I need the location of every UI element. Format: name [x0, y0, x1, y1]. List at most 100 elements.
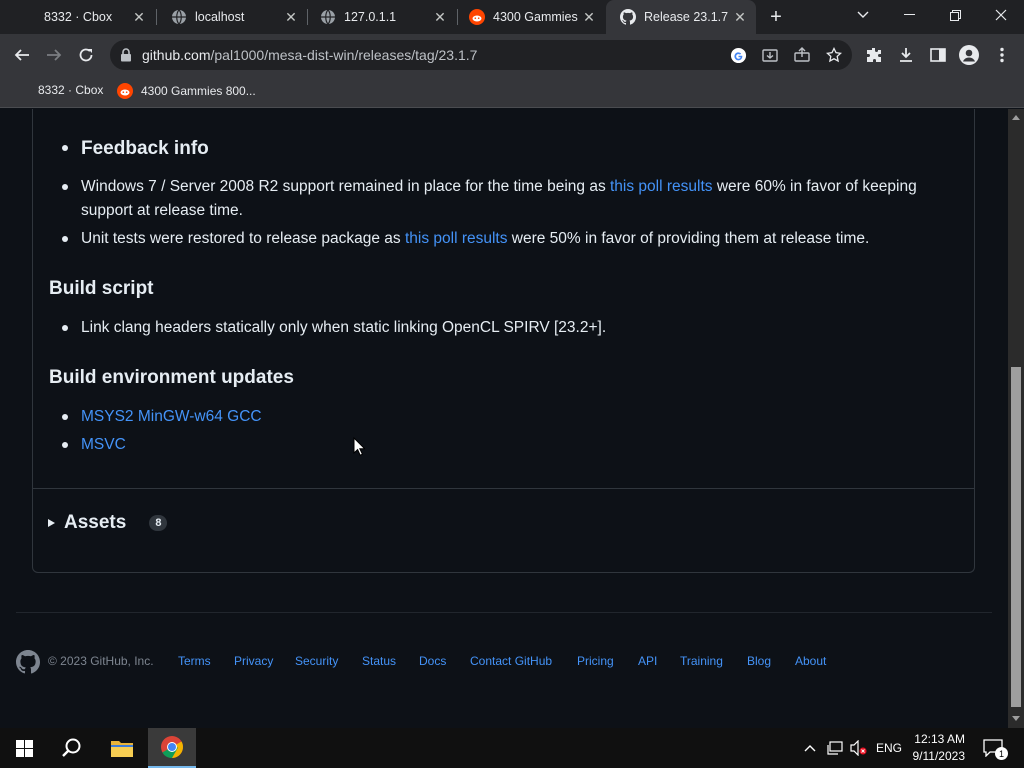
- tab-127-0-1-1[interactable]: 127.0.1.1 ✕: [306, 0, 456, 34]
- minimize-button[interactable]: [886, 0, 932, 30]
- chevron-up-icon[interactable]: [800, 728, 820, 768]
- bullet: [62, 414, 68, 420]
- tab-gammies[interactable]: 4300 Gammies ✕: [455, 0, 605, 34]
- scroll-down-arrow-icon[interactable]: [1012, 716, 1020, 721]
- tab-title: 127.0.1.1: [344, 10, 397, 24]
- reload-button[interactable]: [72, 41, 100, 69]
- reddit-icon: [117, 83, 133, 99]
- scroll-up-arrow-icon[interactable]: [1012, 115, 1020, 120]
- github-logo-icon[interactable]: [16, 650, 41, 677]
- lock-icon[interactable]: [120, 48, 132, 67]
- network-icon[interactable]: [824, 728, 846, 768]
- downloads-icon[interactable]: [892, 41, 920, 69]
- footer-link-contact[interactable]: Contact GitHub: [470, 654, 552, 668]
- caret-right-icon: [48, 519, 55, 527]
- bookmark-gammies[interactable]: 4300 Gammies 800...: [117, 83, 256, 99]
- feedback-text: Windows 7 / Server 2008 R2 support remai…: [81, 178, 610, 195]
- close-icon[interactable]: ✕: [581, 9, 597, 25]
- footer-link-pricing[interactable]: Pricing: [577, 654, 614, 668]
- install-app-icon[interactable]: [760, 45, 780, 65]
- feedback-heading: Feedback info: [81, 138, 209, 159]
- feedback-text: support at release time.: [81, 202, 243, 219]
- tab-title: 4300 Gammies: [493, 10, 578, 24]
- tab-strip: 8332 · Cbox ✕ localhost ✕ 127.0.1.1 ✕ 43…: [0, 0, 1024, 34]
- footer-link-training[interactable]: Training: [680, 654, 723, 668]
- build-env-heading: Build environment updates: [49, 367, 294, 388]
- tab-title: localhost: [195, 10, 245, 24]
- msvc-link[interactable]: MSVC: [81, 433, 126, 457]
- volume-muted-icon[interactable]: [848, 728, 870, 768]
- reddit-icon: [469, 9, 485, 25]
- chevron-down-icon[interactable]: [840, 0, 886, 30]
- tab-title: Release 23.1.7 ·: [644, 10, 732, 24]
- back-button[interactable]: [8, 41, 36, 69]
- poll-results-link[interactable]: this poll results: [405, 230, 508, 247]
- bookmark-label: 4300 Gammies 800...: [141, 84, 256, 98]
- page-content: Feedback info Windows 7 / Server 2008 R2…: [0, 109, 1008, 728]
- footer-link-blog[interactable]: Blog: [747, 654, 771, 668]
- windows-start-icon[interactable]: [0, 728, 48, 768]
- footer-link-privacy[interactable]: Privacy: [234, 654, 273, 668]
- github-icon: [620, 9, 636, 25]
- notification-count-badge: 1: [995, 747, 1008, 760]
- page-scrollbar[interactable]: [1008, 109, 1024, 728]
- footer-divider: [16, 612, 992, 613]
- assets-title: Assets: [64, 512, 127, 533]
- bullet: [62, 442, 68, 448]
- more-menu-icon[interactable]: [988, 41, 1016, 69]
- file-explorer-icon[interactable]: [98, 728, 146, 768]
- divider: [33, 488, 974, 489]
- tab-localhost[interactable]: localhost ✕: [157, 0, 307, 34]
- tab-release[interactable]: Release 23.1.7 · ✕: [606, 0, 756, 34]
- close-window-button[interactable]: [978, 0, 1024, 30]
- footer-link-api[interactable]: API: [638, 654, 657, 668]
- footer: © 2023 GitHub, Inc. Terms Privacy Securi…: [16, 650, 916, 674]
- footer-link-security[interactable]: Security: [295, 654, 338, 668]
- mouse-cursor-icon: [353, 436, 366, 461]
- side-panel-icon[interactable]: [924, 41, 952, 69]
- close-icon[interactable]: ✕: [432, 9, 448, 25]
- feedback-text: were 60% in favor of keeping: [712, 178, 917, 195]
- msys2-link[interactable]: MSYS2 MinGW-w64 GCC: [81, 405, 262, 429]
- assets-toggle[interactable]: Assets 8: [48, 512, 168, 534]
- scrollbar-thumb[interactable]: [1011, 367, 1021, 707]
- build-script-heading: Build script: [49, 278, 154, 299]
- new-tab-button[interactable]: +: [764, 5, 788, 29]
- search-icon[interactable]: [48, 728, 96, 768]
- footer-link-docs[interactable]: Docs: [419, 654, 446, 668]
- chrome-taskbar-icon[interactable]: [148, 728, 196, 768]
- tab-title: 8332 · Cbox: [44, 10, 113, 24]
- extensions-icon[interactable]: [860, 41, 888, 69]
- footer-link-about[interactable]: About: [795, 654, 826, 668]
- close-icon[interactable]: ✕: [732, 9, 748, 25]
- tab-cbox[interactable]: 8332 · Cbox ✕: [0, 0, 155, 34]
- profile-avatar-icon[interactable]: [955, 41, 983, 69]
- clock-date[interactable]: 9/11/2023: [906, 749, 966, 763]
- clock-time[interactable]: 12:13 AM: [913, 732, 965, 746]
- bookmark-star-icon[interactable]: [824, 45, 844, 65]
- globe-icon: [320, 9, 336, 25]
- windows-taskbar: ENG 12:13 AM 9/11/2023 1: [0, 728, 1024, 768]
- url-text: github.com/pal1000/mesa-dist-win/release…: [142, 47, 477, 63]
- address-bar[interactable]: github.com/pal1000/mesa-dist-win/release…: [110, 40, 852, 70]
- forward-button[interactable]: [40, 41, 68, 69]
- notification-icon[interactable]: 1: [978, 728, 1008, 768]
- restore-button[interactable]: [932, 0, 978, 30]
- globe-icon: [171, 9, 187, 25]
- share-icon[interactable]: [792, 45, 812, 65]
- close-icon[interactable]: ✕: [131, 9, 147, 25]
- url-host: github.com: [142, 47, 211, 63]
- bullet: [62, 184, 68, 190]
- footer-link-terms[interactable]: Terms: [178, 654, 211, 668]
- bullet: [62, 236, 68, 242]
- bookmark-cbox[interactable]: 8332 · Cbox: [38, 83, 103, 97]
- bookmarks-bar: 8332 · Cbox 4300 Gammies 800...: [0, 76, 1024, 108]
- close-icon[interactable]: ✕: [283, 9, 299, 25]
- google-icon[interactable]: [728, 45, 748, 65]
- footer-link-status[interactable]: Status: [362, 654, 396, 668]
- url-path: /pal1000/mesa-dist-win/releases/tag/23.1…: [210, 47, 478, 63]
- bullet: [62, 325, 68, 331]
- language-indicator[interactable]: ENG: [876, 741, 902, 755]
- footer-copyright: © 2023 GitHub, Inc.: [48, 654, 154, 668]
- poll-results-link[interactable]: this poll results: [610, 178, 713, 195]
